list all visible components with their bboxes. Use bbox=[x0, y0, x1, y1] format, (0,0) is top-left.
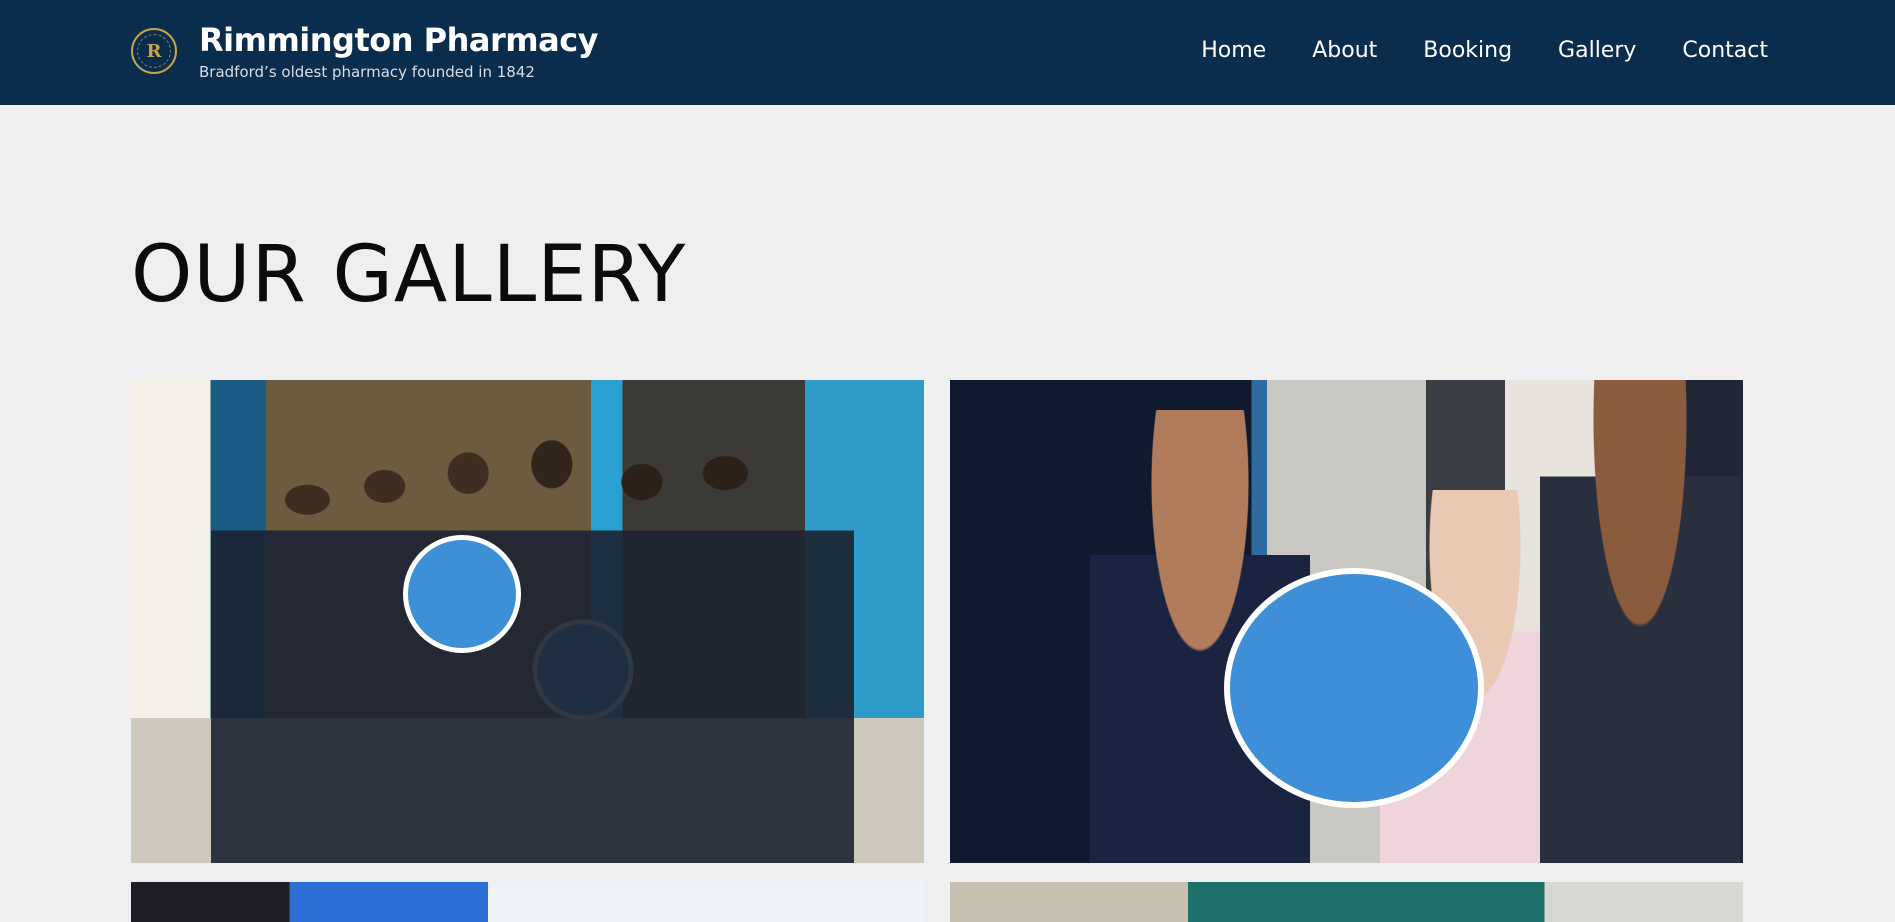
photo-person-right bbox=[1540, 380, 1740, 863]
nav-item-home[interactable]: Home bbox=[1201, 33, 1266, 69]
nav-item-contact[interactable]: Contact bbox=[1682, 33, 1768, 69]
nav-item-gallery[interactable]: Gallery bbox=[1558, 33, 1636, 69]
gallery-photo-group-with-plaque[interactable] bbox=[131, 380, 924, 863]
site-tagline: Bradford’s oldest pharmacy founded in 18… bbox=[199, 63, 535, 81]
nav-item-about[interactable]: About bbox=[1312, 33, 1377, 69]
pharmacy-logo-icon[interactable]: R bbox=[131, 28, 177, 74]
main-nav: Home About Booking Gallery Contact bbox=[1155, 33, 1768, 69]
gallery-photo-3[interactable] bbox=[131, 882, 924, 922]
site-header: R Rimmington Pharmacy Bradford’s oldest … bbox=[0, 0, 1895, 105]
page-title: OUR GALLERY bbox=[131, 230, 687, 320]
gallery-photo-4[interactable] bbox=[950, 882, 1743, 922]
nav-item-booking[interactable]: Booking bbox=[1423, 33, 1512, 69]
gallery-photo-plaque-presentation[interactable] bbox=[950, 380, 1743, 863]
photo-crowd bbox=[211, 420, 854, 863]
logo-initial: R bbox=[146, 40, 162, 62]
brand-text: Rimmington Pharmacy Bradford’s oldest ph… bbox=[199, 20, 599, 82]
site-title[interactable]: Rimmington Pharmacy bbox=[199, 20, 599, 60]
blue-plaque-image bbox=[1224, 568, 1484, 808]
brand[interactable]: R Rimmington Pharmacy Bradford’s oldest … bbox=[131, 20, 599, 82]
blue-plaque-image bbox=[403, 535, 521, 653]
